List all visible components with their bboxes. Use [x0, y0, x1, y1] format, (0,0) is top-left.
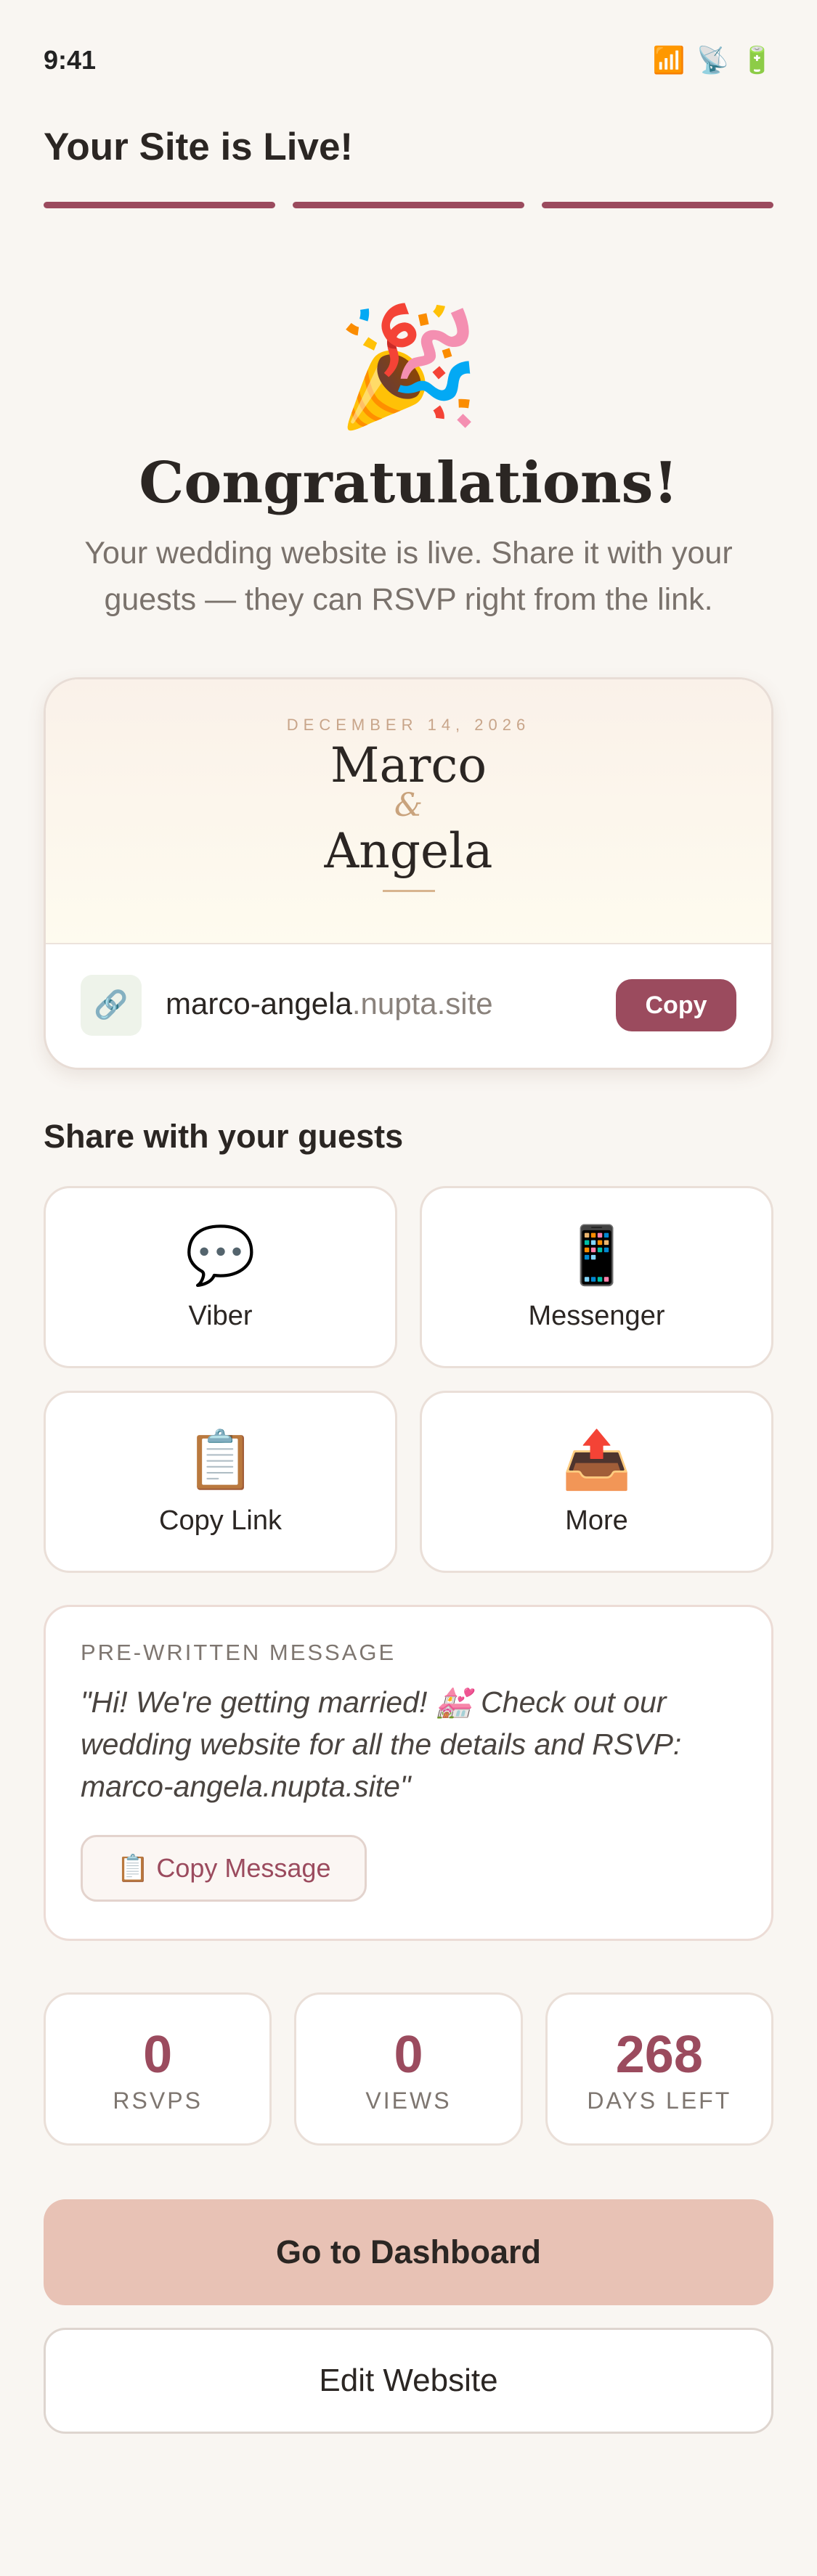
edit-website-button[interactable]: Edit Website	[44, 2328, 773, 2434]
link-icon: 🔗	[81, 975, 142, 1036]
message-text: "Hi! We're getting married! 💒 Check out …	[81, 1685, 682, 1803]
copy-url-button[interactable]: Copy	[616, 979, 736, 1031]
progress-bar	[44, 202, 773, 208]
party-popper-icon: 🎉	[336, 301, 481, 431]
progress-step-2	[293, 202, 524, 208]
partner-name-one: Marco	[330, 737, 487, 793]
site-link-row: 🔗 marco-angela.nupta.site Copy	[46, 943, 771, 1068]
share-option-label: Messenger	[528, 1301, 665, 1331]
site-preview-banner[interactable]: DECEMBER 14, 2026 Marco & Angela	[46, 679, 771, 943]
status-time: 9:41	[44, 45, 97, 75]
copy-message-label: Copy Message	[156, 1853, 331, 1883]
pre-written-message-card: PRE-WRITTEN MESSAGE "Hi! We're getting m…	[44, 1605, 773, 1941]
progress-step-1	[44, 202, 275, 208]
hero-subtitle: Your wedding website is live. Share it w…	[84, 536, 733, 617]
speech-bubble-icon: 💬	[184, 1223, 256, 1287]
stats-row: 0 RSVPS 0 VIEWS 268 DAYS LEFT	[44, 1992, 773, 2146]
clipboard-icon: 📋	[184, 1428, 256, 1492]
stat-label: VIEWS	[365, 2088, 452, 2114]
share-copy-link-button[interactable]: 📋 Copy Link	[44, 1391, 397, 1573]
congratulations-heading: Congratulations!	[139, 450, 678, 516]
stat-rsvps: 0 RSVPS	[44, 1992, 272, 2146]
stat-label: RSVPS	[113, 2088, 203, 2114]
progress-step-3	[542, 202, 773, 208]
stat-value: 268	[615, 2026, 703, 2084]
share-option-label: Viber	[188, 1301, 253, 1331]
site-url-slug: marco-angela	[166, 986, 352, 1021]
stat-days-left: 268 DAYS LEFT	[545, 1992, 773, 2146]
share-section-title: Share with your guests	[44, 1118, 404, 1155]
site-url-domain: .nupta.site	[351, 986, 493, 1021]
stat-views: 0 VIEWS	[294, 1992, 523, 2146]
satellite-icon: 📡	[696, 45, 730, 75]
copy-message-button[interactable]: 📋 Copy Message	[81, 1835, 367, 1902]
site-preview-card: DECEMBER 14, 2026 Marco & Angela 🔗 marco…	[44, 677, 773, 1070]
share-more-button[interactable]: 📤 More	[420, 1391, 773, 1573]
share-option-label: More	[565, 1505, 628, 1536]
status-icons: 📶 📡 🔋	[653, 45, 773, 75]
decorative-divider	[382, 890, 435, 892]
signal-icon: 📶	[652, 45, 686, 75]
message-heading: PRE-WRITTEN MESSAGE	[81, 1640, 397, 1665]
clipboard-icon: 📋	[116, 1853, 150, 1883]
share-viber-button[interactable]: 💬 Viber	[44, 1186, 397, 1368]
mobile-phone-icon: 📱	[561, 1223, 633, 1287]
share-option-label: Copy Link	[159, 1505, 282, 1536]
share-messenger-button[interactable]: 📱 Messenger	[420, 1186, 773, 1368]
stat-value: 0	[394, 2026, 423, 2084]
outbox-tray-icon: 📤	[561, 1428, 633, 1492]
go-to-dashboard-button[interactable]: Go to Dashboard	[44, 2199, 773, 2305]
page-title: Your Site is Live!	[44, 126, 354, 168]
status-bar: 9:41 📶 📡 🔋	[44, 42, 773, 78]
share-options: 💬 Viber 📱 Messenger 📋 Copy Link 📤 More	[44, 1186, 773, 1573]
site-url[interactable]: marco-angela.nupta.site	[166, 986, 493, 1021]
ampersand: &	[394, 787, 423, 824]
stat-label: DAYS LEFT	[587, 2088, 732, 2114]
battery-icon: 🔋	[741, 45, 773, 75]
wedding-date: DECEMBER 14, 2026	[286, 716, 531, 734]
stat-value: 0	[143, 2026, 173, 2084]
partner-name-two: Angela	[324, 823, 493, 879]
